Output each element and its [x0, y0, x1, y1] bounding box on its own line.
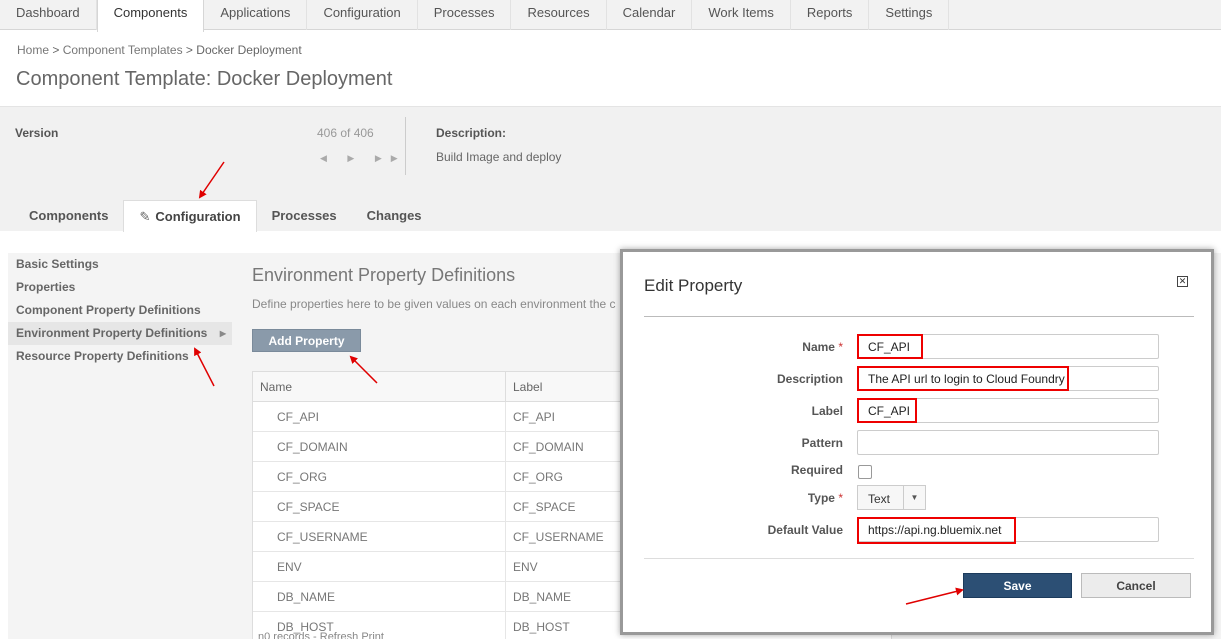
cell-label: DB_NAME: [513, 590, 572, 604]
pattern-input[interactable]: [857, 430, 1159, 455]
nav-configuration[interactable]: Configuration: [307, 0, 418, 30]
sidebar-item-component-property-definitions[interactable]: Component Property Definitions: [8, 299, 232, 322]
cell-label: ENV: [513, 560, 538, 574]
column-header-name[interactable]: Name: [253, 372, 506, 401]
edit-property-dialog: Edit Property ✕ Name * Description Label…: [620, 249, 1214, 635]
version-nav-arrows[interactable]: ◀ ▶ ▶▶: [320, 153, 407, 164]
nav-processes[interactable]: Processes: [418, 0, 512, 30]
cell-name: DB_NAME: [253, 582, 506, 611]
breadcrumb-separator: >: [185, 43, 193, 57]
table-footer[interactable]: n0 records - Refresh Print: [258, 631, 384, 639]
required-field-label: Required: [790, 463, 843, 477]
tab-changes[interactable]: Changes: [352, 200, 437, 232]
nav-applications[interactable]: Applications: [204, 0, 308, 30]
breadcrumb-component-templates[interactable]: Component Templates: [63, 43, 183, 57]
breadcrumb-separator: >: [52, 43, 60, 57]
type-select-value: Text: [868, 492, 891, 506]
dialog-divider: [644, 316, 1194, 317]
column-header-label[interactable]: Label: [506, 372, 542, 401]
close-icon[interactable]: ✕: [1177, 276, 1188, 287]
tab-configuration[interactable]: ✎ Configuration: [123, 200, 257, 232]
sidebar-item-basic-settings[interactable]: Basic Settings: [8, 253, 232, 276]
dialog-divider: [644, 558, 1194, 559]
breadcrumb-current: Docker Deployment: [196, 43, 302, 57]
cell-name: CF_API: [253, 402, 506, 431]
pencil-icon: ✎: [139, 209, 151, 224]
nav-calendar[interactable]: Calendar: [607, 0, 693, 30]
section-title: Environment Property Definitions: [252, 265, 516, 285]
chevron-down-icon: ▼: [903, 486, 925, 509]
nav-components[interactable]: Components: [96, 0, 205, 32]
tab-configuration-label: Configuration: [155, 209, 241, 224]
description-value: Build Image and deploy: [436, 150, 562, 164]
nav-work-items[interactable]: Work Items: [692, 0, 791, 30]
cell-label: CF_DOMAIN: [513, 440, 584, 454]
version-count: 406 of 406: [317, 126, 374, 140]
required-marker: *: [838, 340, 843, 354]
pattern-field-label: Pattern: [801, 436, 843, 450]
section-description: Define properties here to be given value…: [252, 297, 616, 311]
cell-name: CF_USERNAME: [253, 522, 506, 551]
description-field-label: Description: [776, 372, 843, 386]
sidebar-item-properties[interactable]: Properties: [8, 276, 232, 299]
breadcrumb-home[interactable]: Home: [17, 43, 49, 57]
type-field-label: Type *: [643, 491, 843, 505]
nav-reports[interactable]: Reports: [791, 0, 870, 30]
cell-label: CF_SPACE: [513, 500, 576, 514]
sidebar-item-environment-property-definitions[interactable]: Environment Property Definitions ▶: [8, 322, 232, 345]
config-sidebar: Basic Settings Properties Component Prop…: [8, 253, 232, 639]
description-input[interactable]: [857, 366, 1159, 391]
default-value-input[interactable]: [857, 517, 1159, 542]
cancel-button[interactable]: Cancel: [1081, 573, 1191, 598]
sidebar-item-label: Environment Property Definitions: [16, 326, 208, 340]
label-field-label: Label: [811, 404, 843, 418]
cell-name: CF_DOMAIN: [253, 432, 506, 461]
tab-processes[interactable]: Processes: [257, 200, 352, 232]
top-nav: Dashboard Components Applications Config…: [0, 0, 1221, 32]
version-label: Version: [15, 126, 59, 140]
page-title: Component Template: Docker Deployment: [16, 68, 393, 90]
name-label-text: Name: [802, 340, 835, 354]
dialog-title: Edit Property: [644, 276, 743, 295]
cell-label: CF_ORG: [513, 470, 564, 484]
tab-components[interactable]: Components: [14, 200, 123, 232]
default-value-field-label: Default Value: [767, 523, 843, 537]
breadcrumb: Home > Component Templates > Docker Depl…: [17, 43, 302, 57]
nav-resources[interactable]: Resources: [511, 0, 607, 30]
nav-settings[interactable]: Settings: [869, 0, 950, 30]
cell-label: CF_API: [513, 410, 556, 424]
type-label-text: Type: [807, 491, 835, 505]
nav-dashboard[interactable]: Dashboard: [0, 0, 97, 30]
save-button[interactable]: Save: [963, 573, 1072, 598]
cell-name: ENV: [253, 552, 506, 581]
description-label: Description:: [436, 126, 507, 140]
add-property-button[interactable]: Add Property: [252, 329, 361, 352]
cell-label: DB_HOST: [513, 620, 570, 634]
cell-name: CF_SPACE: [253, 492, 506, 521]
version-divider: [405, 117, 406, 175]
label-input[interactable]: [857, 398, 1159, 423]
sidebar-item-resource-property-definitions[interactable]: Resource Property Definitions: [8, 345, 232, 368]
cell-name: CF_ORG: [253, 462, 506, 491]
name-field-label: Name *: [643, 340, 843, 354]
chevron-right-icon: ▶: [219, 329, 226, 338]
required-marker: *: [838, 491, 843, 505]
template-tabs: Components ✎ Configuration Processes Chan…: [14, 200, 437, 232]
type-select[interactable]: Text ▼: [857, 485, 926, 510]
required-checkbox[interactable]: [858, 465, 872, 479]
name-input[interactable]: [857, 334, 1159, 359]
cell-label: CF_USERNAME: [513, 530, 604, 544]
